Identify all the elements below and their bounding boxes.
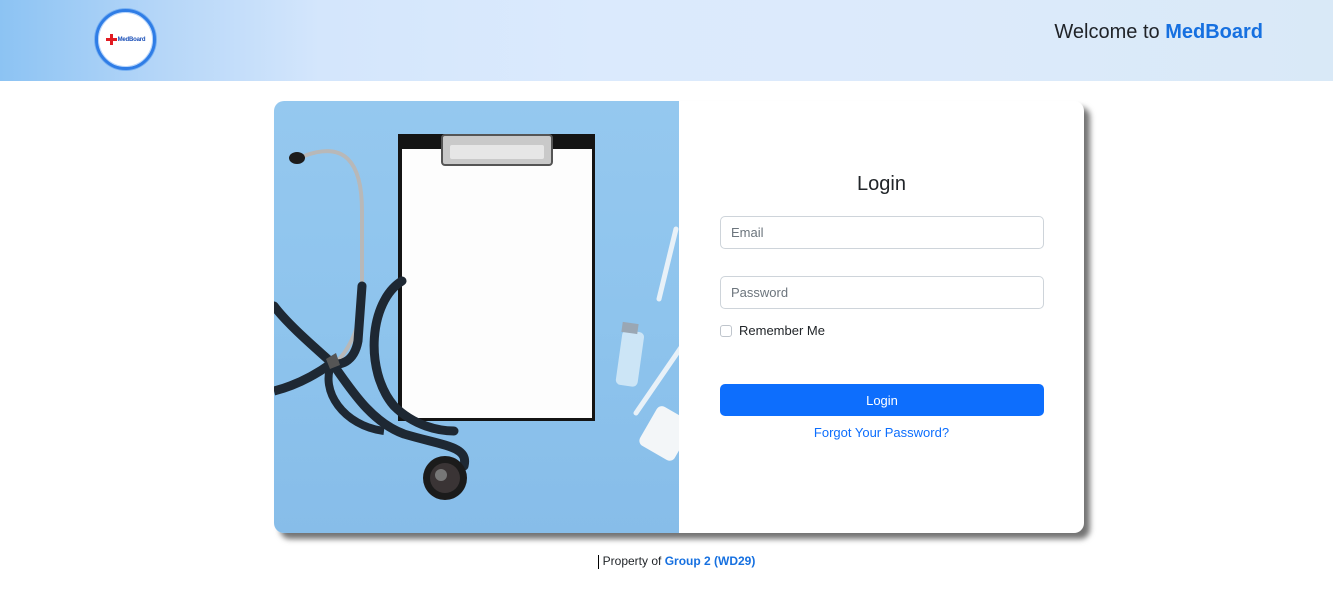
welcome-heading: Welcome to MedBoard [1054,21,1263,44]
remember-me-checkbox[interactable] [720,324,732,337]
password-field[interactable] [720,276,1044,309]
logo-mark: MedBoard [105,34,146,45]
red-cross-icon [105,34,117,45]
brand-name: MedBoard [1165,21,1263,43]
login-form: Login Remember Me Login Forgot Your Pass… [679,101,1084,533]
medboard-logo[interactable]: MedBoard [95,9,156,70]
logo-text: MedBoard [117,36,146,43]
login-button[interactable]: Login [720,384,1044,416]
stethoscope-clipboard-illustration [274,134,679,500]
top-header: MedBoard Welcome to MedBoard [0,0,1333,81]
login-card: Login Remember Me Login Forgot Your Pass… [274,101,1084,533]
forgot-password-link[interactable]: Forgot Your Password? [679,425,1084,440]
remember-me-label[interactable]: Remember Me [739,323,825,338]
footer-prefix: Property of [602,554,662,568]
footer: Property of Group 2 (WD29) [0,554,1333,568]
medical-photo [274,101,679,533]
login-title: Login [857,173,906,195]
email-field[interactable] [720,216,1044,249]
remember-me-row[interactable]: Remember Me [720,323,825,338]
footer-group-name: Group 2 (WD29) [664,554,756,568]
welcome-prefix: Welcome to [1054,21,1160,43]
